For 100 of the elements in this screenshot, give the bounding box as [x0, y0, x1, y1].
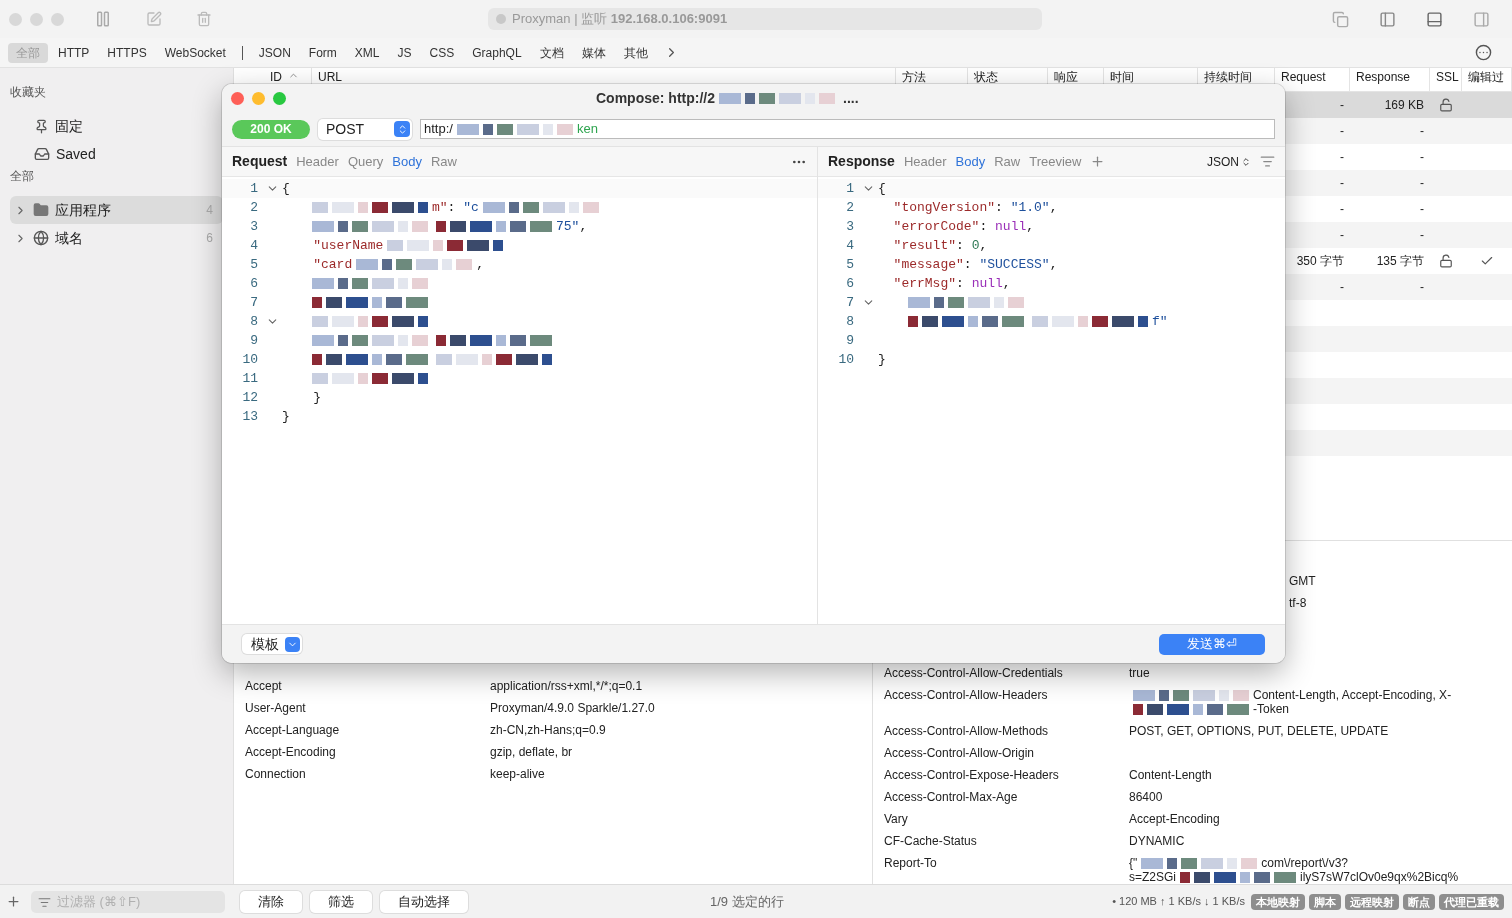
section-title: 全部: [10, 168, 35, 185]
toolbar-button[interactable]: 筛选: [310, 890, 372, 913]
compose-icon[interactable]: [146, 11, 162, 27]
filter-tab[interactable]: 文档: [531, 42, 572, 63]
code-token: 0: [971, 236, 980, 255]
more-icon[interactable]: [1475, 44, 1492, 61]
add-tab-icon[interactable]: [1090, 154, 1106, 169]
pane-tab[interactable]: Body: [392, 151, 422, 172]
filter-icon[interactable]: [1260, 154, 1275, 169]
send-button[interactable]: 发送⌘⏎: [1159, 633, 1265, 655]
column-header[interactable]: URL: [318, 70, 342, 84]
code-token: }: [282, 407, 290, 426]
code-token: ,: [579, 217, 588, 236]
code-token: {: [282, 179, 290, 198]
column-header[interactable]: 方法: [902, 70, 926, 84]
header-value: com\/report\/v3?: [1261, 856, 1348, 870]
globe-icon: [33, 230, 49, 246]
sidebar-item[interactable]: 域名 6: [10, 224, 223, 252]
line-number: 6: [249, 274, 259, 293]
toolbar-button[interactable]: 清除: [240, 890, 302, 913]
header-name: Accept-Encoding: [244, 744, 337, 761]
column-header[interactable]: 持续时间: [1204, 70, 1252, 84]
line-number: 7: [845, 293, 855, 312]
table-cell-text: 350 字节: [1296, 253, 1344, 270]
filter-tab[interactable]: CSS: [421, 42, 463, 63]
table-cell-text: -: [1340, 227, 1344, 244]
windows-icon[interactable]: [1332, 10, 1349, 28]
header-value: POST, GET, OPTIONS, PUT, DELETE, UPDATE: [1129, 724, 1389, 738]
column-header[interactable]: Response: [1356, 70, 1411, 84]
filter-tab[interactable]: JSON: [250, 42, 299, 63]
line-number: 8: [249, 312, 259, 331]
pause-icon[interactable]: [94, 10, 112, 28]
code-token: null: [971, 274, 1003, 293]
column-header[interactable]: SSL: [1436, 70, 1459, 84]
filter-tab[interactable]: WebSocket: [156, 42, 234, 63]
line-number: 1: [845, 179, 855, 198]
bottom-panel-icon[interactable]: [1426, 10, 1443, 28]
sidebar-item[interactable]: Saved: [10, 140, 223, 168]
column-header[interactable]: 响应: [1054, 70, 1078, 84]
code-token: }: [312, 388, 321, 407]
filter-tab[interactable]: HTTPS: [99, 42, 155, 63]
code-token: ,: [1049, 198, 1058, 217]
line-number: 3: [845, 217, 855, 236]
column-header[interactable]: 时间: [1110, 70, 1134, 84]
traffic-stats: • 120 MB ↑ 1 KB/s ↓ 1 KB/s: [1112, 894, 1245, 910]
sidebar-icon[interactable]: [1379, 10, 1396, 28]
line-number: 5: [845, 255, 855, 274]
column-header[interactable]: 状态: [974, 70, 998, 84]
code-token: :: [956, 236, 965, 255]
code-token: :: [995, 198, 1004, 217]
filter-tab[interactable]: GraphQL: [464, 42, 530, 63]
table-cell-text: -: [1340, 97, 1344, 114]
sidebar-label: 应用程序: [55, 200, 111, 220]
header-name: Vary: [883, 812, 909, 826]
filter-tab[interactable]: XML: [346, 42, 388, 63]
template-select[interactable]: 模板: [242, 634, 302, 654]
zoom-button[interactable]: [273, 91, 286, 105]
filter-tab[interactable]: 媒体: [573, 42, 614, 63]
column-header[interactable]: 编辑过: [1468, 70, 1504, 84]
header-value: Accept-Encoding: [1129, 812, 1220, 826]
line-number: 7: [249, 293, 259, 312]
line-number: 1: [249, 179, 259, 198]
code-token: "userName: [312, 236, 384, 255]
filter-tab[interactable]: HTTP: [50, 42, 98, 63]
compose-title: Compose: http://2: [596, 88, 715, 108]
header-name: Connection: [244, 766, 307, 783]
line-number: 9: [845, 331, 855, 350]
header-name: Access-Control-Allow-Origin: [883, 746, 1036, 760]
pane-tab[interactable]: Body: [955, 151, 986, 172]
filter-icon: [38, 895, 51, 909]
sidebar-label: Saved: [56, 144, 96, 164]
trash-icon[interactable]: [196, 11, 212, 27]
right-panel-icon[interactable]: [1473, 10, 1490, 28]
header-name: User-Agent: [244, 700, 307, 717]
sidebar-item[interactable]: 固定: [10, 112, 223, 140]
add-icon[interactable]: [6, 894, 21, 909]
filter-tab[interactable]: JS: [389, 42, 420, 63]
line-number: 10: [241, 350, 259, 369]
format-select[interactable]: JSON: [1207, 152, 1251, 171]
header-value: Proxyman/4.9.0 Sparkle/1.27.0: [490, 700, 655, 717]
filter-tab[interactable]: Form: [300, 42, 345, 63]
filter-tab[interactable]: 其他: [615, 42, 656, 63]
header-name: Report-To: [883, 856, 938, 870]
compose-title: ....: [843, 88, 859, 108]
column-header[interactable]: Request: [1281, 70, 1326, 84]
close-button[interactable]: [231, 91, 244, 105]
code-token: m": [432, 198, 448, 217]
code-token: "1.0": [1010, 198, 1050, 217]
url-field[interactable]: http:/ ken: [420, 119, 1275, 139]
item-count: 6: [206, 230, 213, 247]
code-token: 75": [556, 217, 580, 236]
table-cell-text: -: [1340, 123, 1344, 140]
table-cell-text: -: [1340, 149, 1344, 166]
header-value: s=Z2SGi: [1129, 870, 1176, 884]
table-cell-text: 135 字节: [1376, 253, 1424, 270]
method-select[interactable]: POST: [318, 118, 412, 140]
code-token: ,: [1049, 255, 1058, 274]
toolbar-button[interactable]: 自动选择: [380, 890, 468, 913]
column-header[interactable]: ID: [270, 70, 282, 84]
header-value: ilyS7sW7clOv0e9qx%2Bicq%: [1300, 870, 1459, 884]
